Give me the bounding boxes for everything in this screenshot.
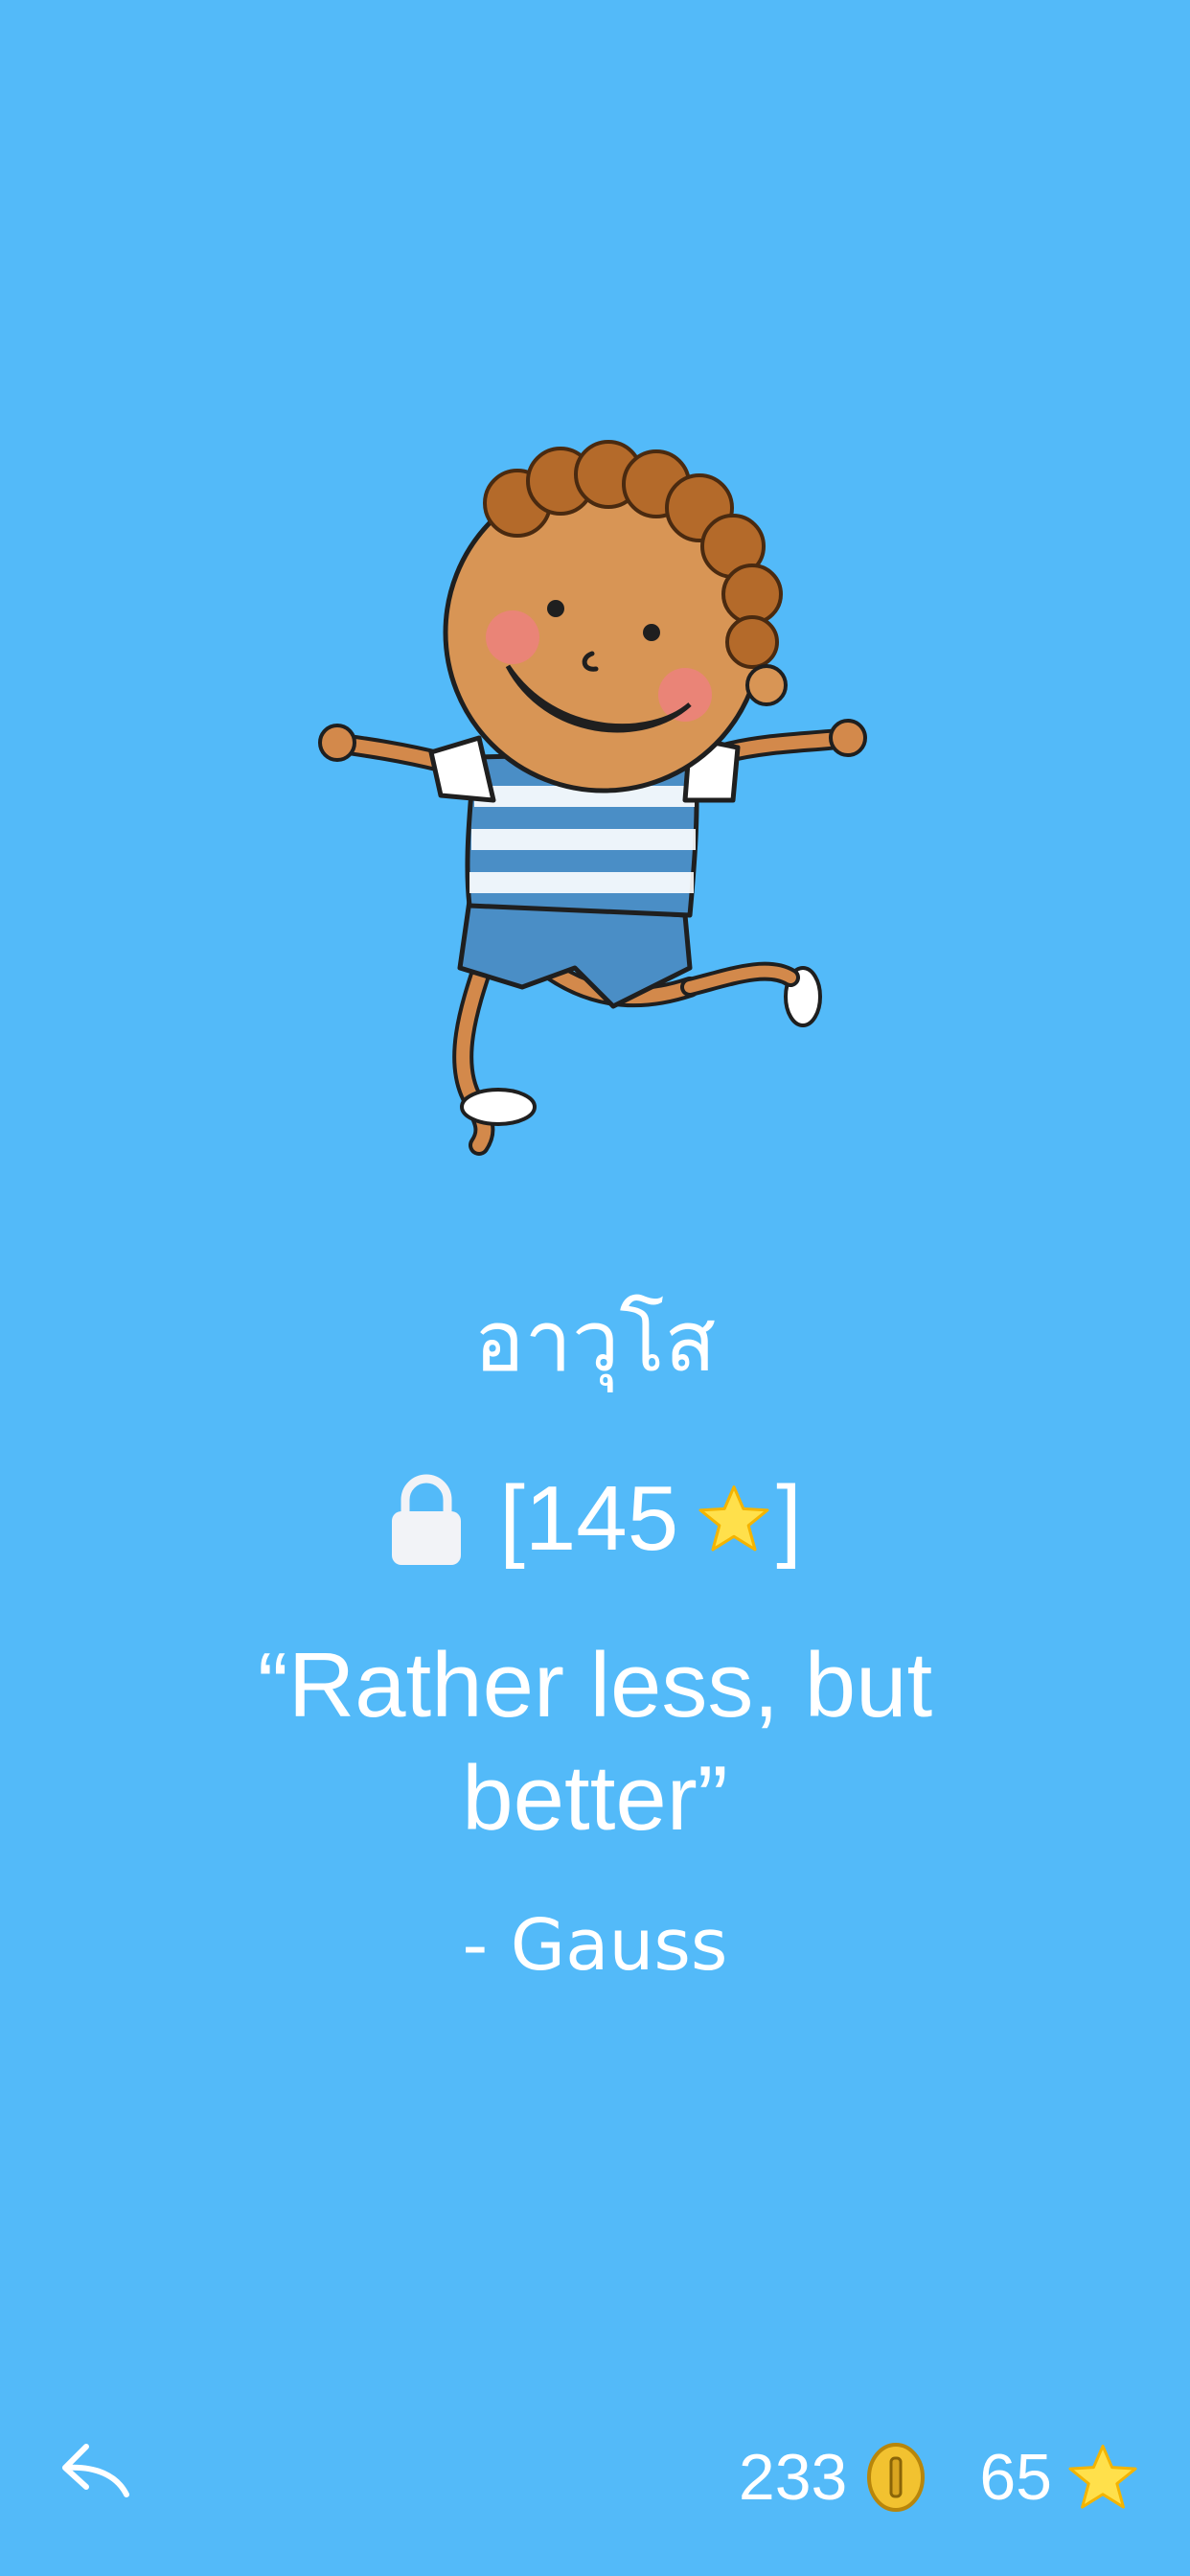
star-icon [1068, 2444, 1137, 2509]
unlock-cost-value: 145 [524, 1467, 679, 1570]
character-illustration [318, 440, 867, 1156]
back-arrow-icon[interactable] [57, 2429, 134, 2506]
star-count: 65 [979, 2441, 1052, 2514]
star-icon [698, 1485, 769, 1552]
coin-count: 233 [738, 2441, 848, 2514]
character-name: อาวุโส [473, 1292, 717, 1391]
quote-text: “Rather less, but better” [257, 1634, 933, 1850]
unlock-cost: [ 145 ] [0, 1461, 1190, 1576]
footer-stats: 233 65 [739, 2434, 1138, 2520]
coin-icon [867, 2443, 926, 2512]
unlock-close-bracket: ] [776, 1467, 802, 1570]
lock-icon [392, 1474, 462, 1565]
unlock-open-bracket: [ [499, 1467, 525, 1570]
quote-author: - Gauss [462, 1904, 728, 1987]
